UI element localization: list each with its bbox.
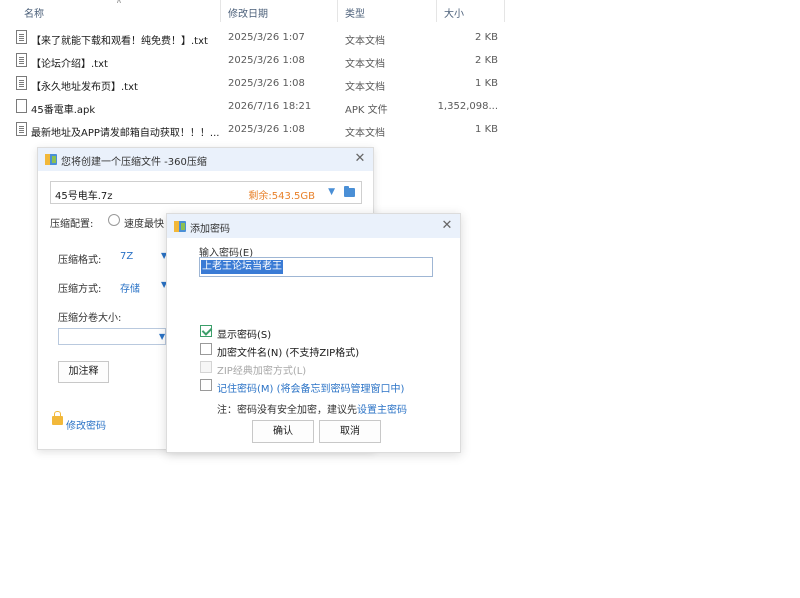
remember-password-checkbox[interactable]	[200, 379, 212, 391]
text-file-icon	[16, 76, 27, 90]
add-comment-button[interactable]: 加注释	[58, 361, 109, 383]
method-select[interactable]: 存储	[120, 280, 140, 295]
file-date: 2025/3/26 1:07	[228, 32, 305, 43]
format-label: 压缩格式:	[58, 255, 102, 266]
column-divider[interactable]	[504, 0, 505, 22]
column-name[interactable]: 名称	[24, 5, 44, 20]
archive-icon	[174, 221, 186, 232]
encrypt-filenames-checkbox[interactable]	[200, 343, 212, 355]
file-size: 1,352,098...	[437, 101, 498, 112]
file-name: 【来了就能下载和观看！纯免费！】.txt	[31, 36, 208, 47]
format-select[interactable]: 7Z	[120, 251, 133, 262]
text-file-icon	[16, 30, 27, 44]
column-date[interactable]: 修改日期	[228, 5, 268, 20]
column-divider[interactable]	[337, 0, 338, 22]
ok-button[interactable]: 确认	[252, 420, 314, 443]
speed-option-label[interactable]: 速度最快	[124, 215, 164, 230]
security-note-text: 注：密码没有安全加密，建议先	[217, 405, 357, 416]
split-size-combo[interactable]: ▼	[58, 328, 166, 345]
compress-dialog-title: 您将创建一个压缩文件 -360压缩	[61, 157, 207, 168]
cancel-button[interactable]: 取消	[319, 420, 381, 443]
file-size: 1 KB	[475, 124, 498, 135]
file-size: 2 KB	[475, 55, 498, 66]
file-row[interactable]: 【论坛介绍】.txt 2025/3/26 1:08 文本文档 2 KB	[0, 50, 505, 72]
chevron-down-icon[interactable]: ▼	[159, 332, 165, 341]
file-list-header: ∧ 名称 修改日期 类型 大小	[0, 0, 505, 22]
show-password-checkbox[interactable]	[200, 325, 212, 337]
file-date: 2025/3/26 1:08	[228, 55, 305, 66]
folder-icon[interactable]	[344, 186, 355, 197]
column-type[interactable]: 类型	[345, 5, 365, 20]
column-size[interactable]: 大小	[444, 5, 464, 20]
file-date: 2026/7/16 18:21	[228, 101, 312, 112]
file-row[interactable]: 【来了就能下载和观看！纯免费！】.txt 2025/3/26 1:07 文本文档…	[0, 27, 505, 49]
archive-icon	[45, 154, 57, 165]
file-row[interactable]: 最新地址及APP请发邮箱自动获取！！！.... 2025/3/26 1:08 文…	[0, 119, 505, 141]
file-row[interactable]: 【永久地址发布页】.txt 2025/3/26 1:08 文本文档 1 KB	[0, 73, 505, 95]
close-icon[interactable]: ✕	[440, 219, 454, 233]
password-input[interactable]: 上老王论坛当老王	[199, 257, 433, 277]
change-password-link[interactable]: 修改密码	[66, 417, 106, 432]
column-divider[interactable]	[436, 0, 437, 22]
file-size: 1 KB	[475, 78, 498, 89]
method-label: 压缩方式:	[58, 284, 102, 295]
set-master-password-link[interactable]: 设置主密码	[357, 405, 407, 416]
close-icon[interactable]: ✕	[353, 152, 367, 166]
lock-icon	[52, 411, 63, 425]
add-password-dialog: 添加密码 ✕ 输入密码(E) 上老王论坛当老王 显示密码(S) 加密文件名(N)…	[166, 213, 461, 453]
show-password-label[interactable]: 显示密码(S)	[217, 326, 271, 341]
file-name: 【永久地址发布页】.txt	[31, 82, 138, 93]
file-date: 2025/3/26 1:08	[228, 78, 305, 89]
archive-filename: 45号电车.7z	[55, 191, 113, 202]
file-name: 【论坛介绍】.txt	[31, 59, 108, 70]
password-dialog-title: 添加密码	[190, 224, 230, 235]
split-size-label: 压缩分卷大小:	[58, 313, 122, 324]
file-name: 最新地址及APP请发邮箱自动获取！！！....	[31, 128, 219, 139]
file-type: APK 文件	[345, 105, 388, 116]
file-type: 文本文档	[345, 128, 385, 139]
password-dialog-title-bar[interactable]: 添加密码 ✕	[167, 214, 460, 238]
file-row[interactable]: 45番電車.apk 2026/7/16 18:21 APK 文件 1,352,0…	[0, 96, 505, 118]
file-type: 文本文档	[345, 82, 385, 93]
password-value: 上老王论坛当老王	[201, 260, 283, 274]
file-type: 文本文档	[345, 36, 385, 47]
zip-classic-encryption-label: ZIP经典加密方式(L)	[217, 366, 307, 377]
file-type: 文本文档	[345, 59, 385, 70]
compress-dialog-title-bar[interactable]: 您将创建一个压缩文件 -360压缩 ✕	[38, 148, 373, 171]
file-size: 2 KB	[475, 32, 498, 43]
sort-arrow-icon[interactable]: ∧	[116, 0, 122, 5]
speed-radio[interactable]	[108, 214, 120, 226]
blank-file-icon	[16, 99, 27, 113]
free-space-label: 剩余:543.5GB	[248, 191, 315, 202]
text-file-icon	[16, 122, 27, 136]
compress-config-label: 压缩配置:	[50, 219, 94, 230]
column-divider[interactable]	[220, 0, 221, 22]
archive-name-field[interactable]: 45号电车.7z 剩余:543.5GB ▼	[50, 181, 362, 204]
file-name: 45番電車.apk	[31, 105, 96, 116]
encrypt-filenames-label[interactable]: 加密文件名(N) (不支持ZIP格式)	[217, 344, 359, 359]
file-date: 2025/3/26 1:08	[228, 124, 305, 135]
chevron-down-icon[interactable]: ▼	[328, 187, 335, 197]
security-note: 注：密码没有安全加密，建议先设置主密码	[217, 401, 407, 416]
zip-classic-encryption-checkbox	[200, 361, 212, 373]
text-file-icon	[16, 53, 27, 67]
remember-password-label[interactable]: 记住密码(M) (将会备忘到密码管理窗口中)	[217, 380, 404, 395]
